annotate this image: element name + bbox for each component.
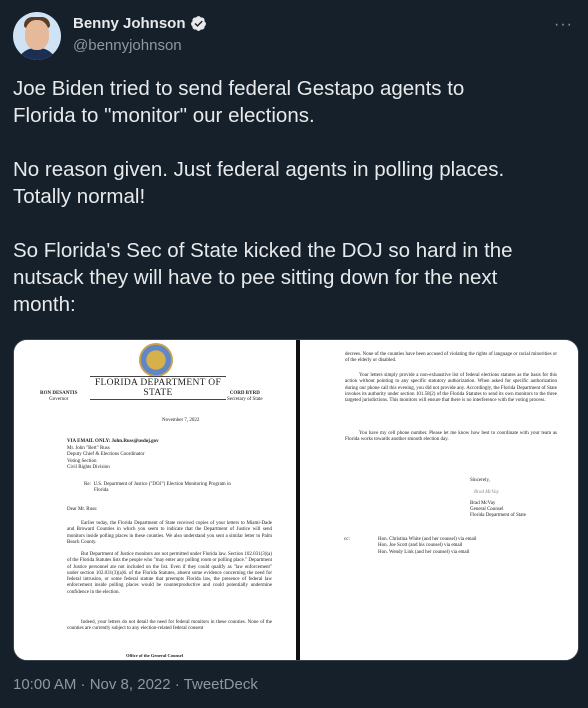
letter-para-4: Your letters simply provide a non-exhaus…: [345, 373, 557, 404]
signature-scribble: Brad McVay: [474, 490, 499, 496]
letter-para-3: Indeed, your letters do not detail the n…: [67, 620, 272, 632]
governor-title: Governor: [49, 397, 69, 402]
tweet-header: Benny Johnson @bennyjohnson ···: [13, 12, 575, 60]
letter-para-1: Earlier today, the Florida Department of…: [67, 521, 272, 545]
signature-block: Sincerely, Brad McVay Brad McVay General…: [470, 478, 526, 519]
author-name[interactable]: Benny Johnson: [73, 15, 186, 32]
re-line: Re: U.S. Department of Justice ("DOJ") E…: [84, 482, 231, 494]
letter-page-2: decrees. None of the counties have been …: [300, 340, 578, 660]
letterhead-department: FLORIDA DEPARTMENT OF STATE: [90, 376, 226, 400]
addressee-block: Mr. John "Bert" Russ Deputy Chief & Elec…: [67, 446, 145, 470]
closing: Sincerely,: [470, 478, 490, 483]
signer-block: Brad McVay General Counsel Florida Depar…: [470, 500, 526, 519]
governor-block: RON DESANTIS Governor: [40, 391, 77, 403]
secretary-title: Secretary of State: [227, 397, 263, 402]
verified-badge-icon: [190, 16, 206, 31]
letter-para-2: But Department of Justice monitors are n…: [67, 552, 273, 595]
author-handle[interactable]: @bennyjohnson: [73, 37, 182, 54]
florida-seal-icon: [139, 343, 173, 377]
tweet-timestamp[interactable]: 10:00 AM · Nov 8, 2022 · TweetDeck: [13, 676, 258, 693]
secretary-block: CORD BYRD Secretary of State: [227, 391, 263, 403]
letter-date: November 7, 2022: [162, 418, 200, 423]
letter-para-0: decrees. None of the counties have been …: [345, 352, 557, 364]
tweet-text: Joe Biden tried to send federal Gestapo …: [13, 77, 513, 316]
cc-list: Hon. Christina White (and her counsel) v…: [378, 537, 477, 555]
avatar[interactable]: [13, 12, 61, 60]
cc-label: cc:: [344, 537, 350, 542]
avatar-face: [25, 20, 49, 50]
letter-footer: Office of the General Counsel: [126, 653, 183, 658]
letter-page-1: FLORIDA DEPARTMENT OF STATE RON DESANTIS…: [14, 340, 296, 660]
salutation: Dear Mr. Russ:: [67, 507, 98, 512]
author-row: Benny Johnson: [73, 15, 207, 32]
more-options-button[interactable]: ···: [554, 16, 573, 34]
via-email-line: VIA EMAIL ONLY: John.Russ@usdoj.gov: [67, 439, 159, 444]
tweet-media-image[interactable]: FLORIDA DEPARTMENT OF STATE RON DESANTIS…: [13, 339, 579, 661]
letter-para-5: You have my cell phone number. Please le…: [345, 431, 557, 443]
